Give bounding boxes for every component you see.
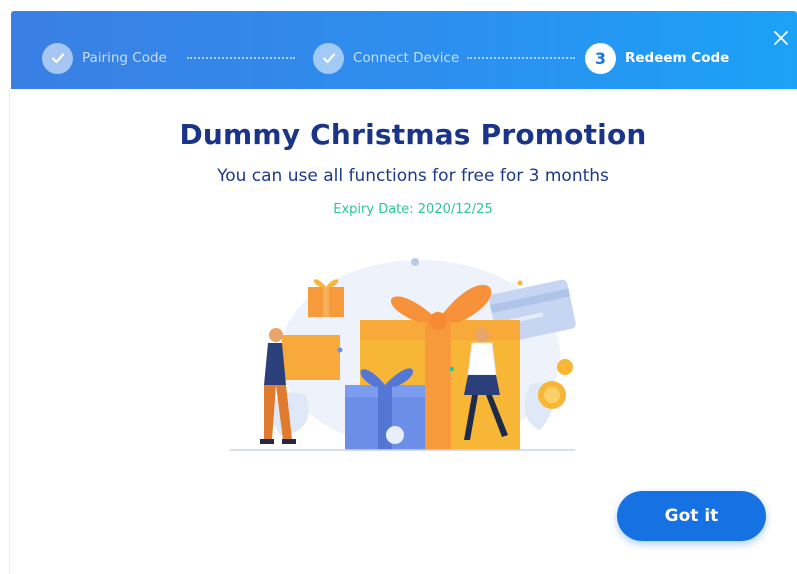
promotion-subtitle: You can use all functions for free for 3… — [217, 166, 609, 186]
dialog-left-edge — [9, 88, 10, 574]
step-label: Connect Device — [353, 50, 460, 66]
promotion-dialog: Pairing Code Connect Device 3 Redeem Cod… — [0, 0, 797, 574]
step-pairing-code: Pairing Code — [42, 41, 167, 75]
expiry-date: Expiry Date: 2020/12/25 — [333, 202, 493, 217]
step-label: Redeem Code — [625, 50, 730, 66]
close-icon — [774, 31, 788, 45]
promotion-title: Dummy Christmas Promotion — [179, 118, 647, 151]
stepper-header: Pairing Code Connect Device 3 Redeem Cod… — [11, 11, 797, 89]
step-connector — [187, 57, 295, 59]
step-label: Pairing Code — [82, 50, 167, 66]
step-connector — [467, 57, 575, 59]
step-redeem-code: 3 Redeem Code — [585, 41, 729, 75]
close-button[interactable] — [770, 27, 792, 49]
check-icon — [313, 42, 344, 74]
step-number: 3 — [585, 42, 616, 74]
check-icon — [42, 42, 73, 74]
step-connect-device: Connect Device — [313, 41, 459, 75]
got-it-button[interactable]: Got it — [617, 491, 766, 541]
gift-illustration — [230, 258, 576, 451]
